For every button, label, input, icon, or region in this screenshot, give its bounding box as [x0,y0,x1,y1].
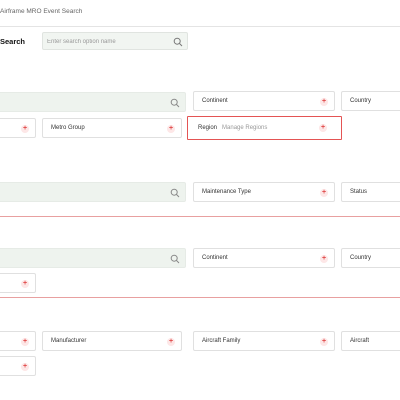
status-filter[interactable]: Status [341,182,400,202]
metro-group-filter[interactable]: Metro Group + [42,118,182,138]
add-icon[interactable]: + [167,125,175,133]
status-label: Status [350,189,368,195]
section-divider [0,297,400,298]
selected-aircraft-filter-2[interactable]: + [0,356,36,376]
country-label: Country [350,98,372,104]
add-icon[interactable]: + [320,338,328,346]
maintenance-type-filter[interactable]: Maintenance Type + [193,182,335,202]
add-icon[interactable]: + [21,363,29,371]
breadcrumb: Airframe MRO Event Search [0,0,400,27]
country-filter-2[interactable]: Country [341,248,400,268]
continent-label: Continent [202,255,228,261]
add-icon[interactable]: + [320,189,328,197]
location-search-field-2[interactable] [0,248,186,268]
section-divider [0,216,400,217]
selected-location-filter-2[interactable]: + [0,273,36,293]
search-icon[interactable] [170,98,180,108]
selected-aircraft-filter[interactable]: + [0,331,36,351]
selected-location-filter[interactable]: + [0,118,36,138]
maintenance-type-label: Maintenance Type [202,189,251,195]
search-icon[interactable] [173,37,183,47]
add-icon[interactable]: + [21,125,29,133]
breadcrumb-title: Airframe MRO Event Search [0,8,83,15]
continent-label: Continent [202,98,228,104]
add-icon[interactable]: + [21,280,29,288]
search-icon[interactable] [170,188,180,198]
aircraft-family-label: Aircraft Family [202,338,241,344]
region-label: Region Manage Regions [198,125,267,131]
search-option-field[interactable] [42,32,188,50]
add-icon[interactable]: + [21,338,29,346]
aircraft-family-filter[interactable]: Aircraft Family + [193,331,335,351]
country-filter[interactable]: Country [341,91,400,111]
location-search-field[interactable] [0,92,186,112]
region-filter[interactable]: Region Manage Regions + [187,116,342,140]
search-icon[interactable] [170,254,180,264]
aircraft-label: Aircraft [350,338,370,344]
manufacturer-label: Manufacturer [51,338,87,344]
search-label: Search [0,37,26,46]
continent-filter[interactable]: Continent + [193,91,335,111]
metro-group-label: Metro Group [51,125,85,131]
search-option-input[interactable] [47,36,173,47]
add-icon[interactable]: + [319,124,327,132]
add-icon[interactable]: + [320,255,328,263]
add-icon[interactable]: + [167,338,175,346]
add-icon[interactable]: + [320,98,328,106]
manage-regions-link[interactable]: Manage Regions [222,125,267,131]
region-text: Region [198,125,218,131]
continent-filter-2[interactable]: Continent + [193,248,335,268]
aircraft-filter[interactable]: Aircraft [341,331,400,351]
maintenance-search-field[interactable] [0,182,186,202]
manufacturer-filter[interactable]: Manufacturer + [42,331,182,351]
country-label: Country [350,255,372,261]
